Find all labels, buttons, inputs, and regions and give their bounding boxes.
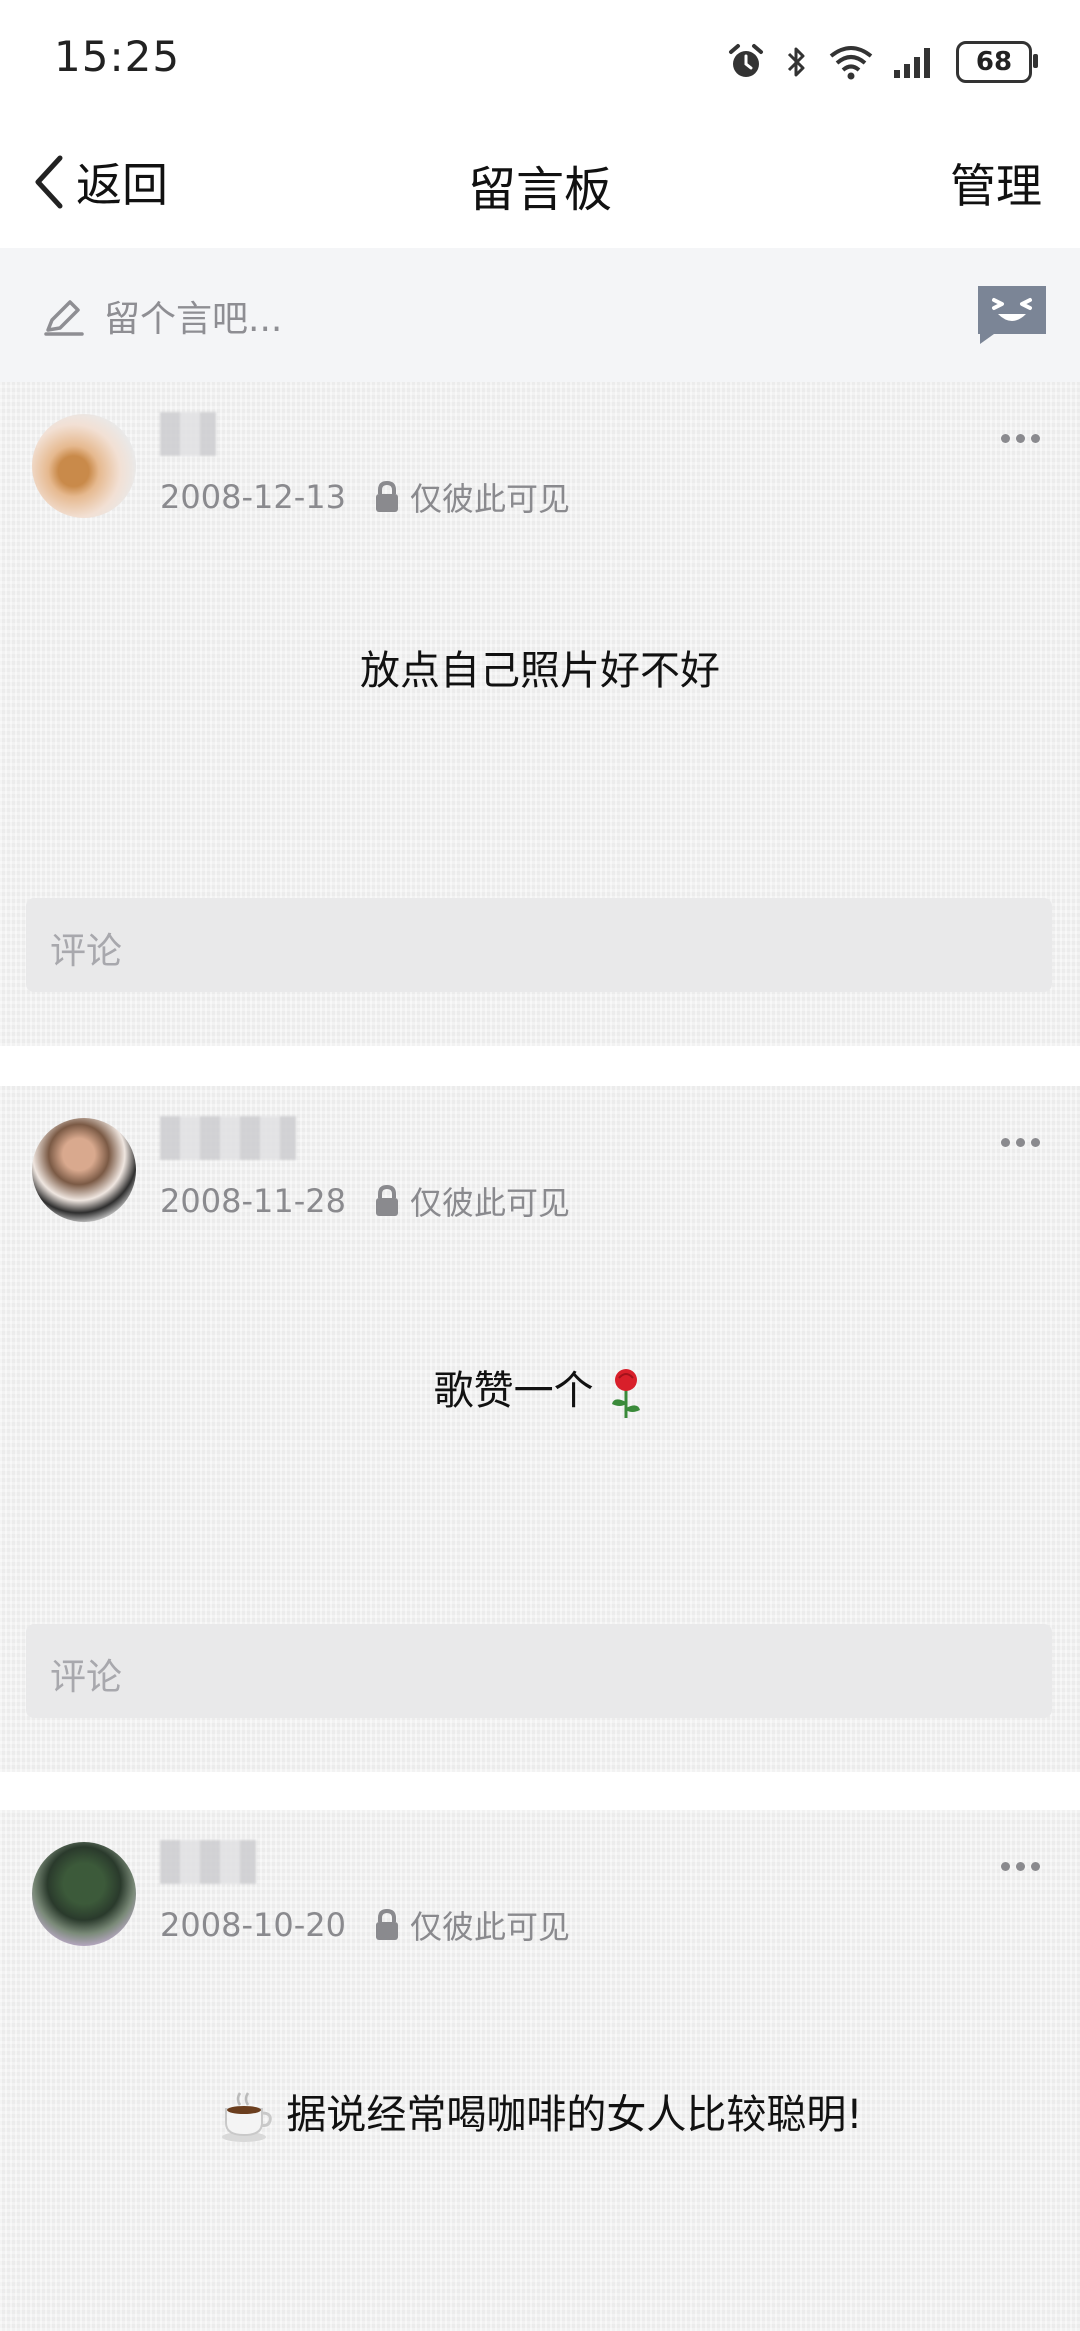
message-text: 据说经常喝咖啡的女人比较聪明! xyxy=(286,2092,863,2138)
message-card: 2008-12-13 仅彼此可见 放点自己照片好不好 评论 xyxy=(0,382,1080,1046)
post-date: 2008-11-28 xyxy=(160,1182,346,1220)
status-time: 15:25 xyxy=(54,32,181,81)
comment-input[interactable]: 评论 xyxy=(26,898,1052,992)
pencil-icon xyxy=(44,300,84,336)
more-dot-icon xyxy=(1031,1138,1040,1147)
page-title: 留言板 xyxy=(467,162,612,218)
status-icons: 68 xyxy=(726,38,1038,86)
more-dot-icon xyxy=(1031,1862,1040,1871)
user-name-blurred[interactable] xyxy=(160,1840,256,1884)
avatar[interactable] xyxy=(32,1118,136,1222)
more-dot-icon xyxy=(1001,1138,1010,1147)
coffee-emoji-icon xyxy=(221,2092,272,2142)
more-options-button[interactable] xyxy=(1001,434,1040,443)
more-options-button[interactable] xyxy=(1001,1862,1040,1871)
bluetooth-icon xyxy=(787,47,805,77)
more-dot-icon xyxy=(1031,434,1040,443)
message-card: 2008-10-20 仅彼此可见 据说经常喝咖啡的女人比较聪明! xyxy=(0,1810,1080,2331)
visibility-label: 仅彼此可见 xyxy=(409,1184,570,1222)
visibility-label: 仅彼此可见 xyxy=(409,1908,570,1946)
message-text: 歌赞一个 xyxy=(433,1368,594,1414)
visibility-label: 仅彼此可见 xyxy=(409,480,570,518)
more-dot-icon xyxy=(1016,1862,1025,1871)
comment-input[interactable]: 评论 xyxy=(26,1624,1052,1718)
post-date: 2008-12-13 xyxy=(160,478,346,516)
post-meta: 2008-10-20 仅彼此可见 xyxy=(160,1902,570,1948)
lock-icon xyxy=(372,1184,402,1218)
lock-icon xyxy=(372,480,402,514)
signal-icon xyxy=(894,48,930,78)
avatar[interactable] xyxy=(32,1842,136,1946)
comment-placeholder: 评论 xyxy=(50,931,123,972)
composer-placeholder: 留个言吧... xyxy=(104,299,283,340)
message-content: 歌赞一个 xyxy=(0,1358,1080,1420)
rose-emoji-icon xyxy=(612,1369,641,1418)
more-dot-icon xyxy=(1016,1138,1025,1147)
user-name-blurred[interactable] xyxy=(160,412,216,456)
status-bar: 15:25 68 xyxy=(0,0,1080,120)
message-content: 据说经常喝咖啡的女人比较聪明! xyxy=(0,2082,1080,2145)
avatar[interactable] xyxy=(32,414,136,518)
more-dot-icon xyxy=(1001,1862,1010,1871)
user-name-blurred[interactable] xyxy=(160,1116,296,1160)
message-composer[interactable]: 留个言吧... xyxy=(0,248,1080,382)
alarm-icon xyxy=(729,44,763,77)
lock-icon xyxy=(372,1908,402,1942)
message-content: 放点自己照片好不好 xyxy=(360,648,720,694)
post-meta: 2008-11-28 仅彼此可见 xyxy=(160,1178,570,1224)
more-options-button[interactable] xyxy=(1001,1138,1040,1147)
emoji-button[interactable] xyxy=(974,282,1050,346)
more-dot-icon xyxy=(1016,434,1025,443)
comment-placeholder: 评论 xyxy=(50,1657,123,1698)
post-date: 2008-10-20 xyxy=(160,1906,346,1944)
post-meta: 2008-12-13 仅彼此可见 xyxy=(160,474,570,520)
battery-level: 68 xyxy=(975,47,1013,77)
message-card: 2008-11-28 仅彼此可见 歌赞一个 评论 xyxy=(0,1086,1080,1772)
manage-button[interactable]: 管理 xyxy=(950,150,1042,216)
nav-bar: 返回 留言板 管理 xyxy=(0,120,1080,248)
more-dot-icon xyxy=(1001,434,1010,443)
battery-icon: 68 xyxy=(956,41,1038,83)
wifi-icon xyxy=(829,46,873,80)
